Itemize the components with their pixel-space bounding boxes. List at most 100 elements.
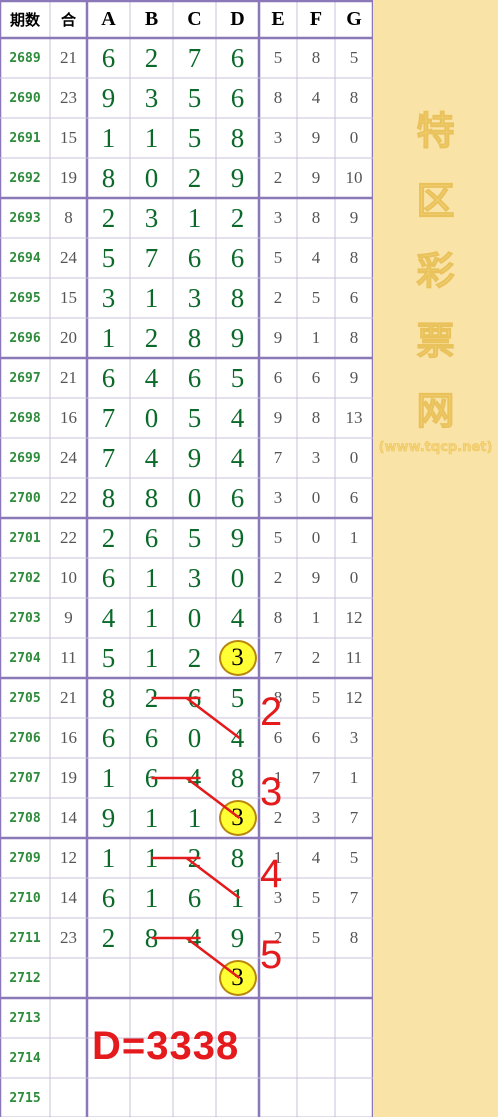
digit-cell: 3 [187, 282, 202, 313]
extra-cell: 5 [349, 48, 359, 67]
extra-cell [259, 1038, 297, 1078]
extra-cell: 6 [349, 288, 359, 307]
extra-cell: 2 [273, 568, 283, 587]
period-cell: 2697 [9, 370, 41, 386]
digit-cell: 2 [144, 42, 159, 73]
header-col-a: A [101, 7, 116, 30]
digit-cell: 4 [144, 442, 159, 473]
digit-cell: 1 [230, 882, 245, 913]
digit-cell: 8 [144, 482, 159, 513]
digit-cell: 6 [101, 882, 116, 913]
period-cell: 2694 [9, 250, 41, 266]
period-cell: 2695 [9, 290, 41, 306]
digit-cell: 7 [187, 42, 202, 73]
extra-cell: 0 [349, 128, 359, 147]
extra-cell: 3 [273, 208, 283, 227]
digit-cell: 2 [144, 322, 159, 353]
extra-cell: 4 [311, 88, 321, 107]
period-cell: 2706 [9, 730, 41, 746]
digit-cell: 4 [230, 442, 245, 473]
digit-cell: 8 [230, 762, 245, 793]
period-cell: 2693 [9, 210, 41, 226]
extra-cell: 3 [273, 128, 283, 147]
extra-cell: 6 [311, 728, 321, 747]
extra-cell: 8 [349, 328, 359, 347]
digit-cell: 3 [144, 82, 159, 113]
digit-cell [130, 1078, 173, 1118]
sum-cell: 14 [60, 888, 77, 907]
sum-cell: 20 [60, 328, 77, 347]
sum-cell: 24 [60, 448, 77, 467]
sum-cell: 8 [64, 208, 73, 227]
digit-cell: 0 [187, 602, 202, 633]
digit-cell: 6 [187, 362, 202, 393]
digit-cell: 6 [230, 82, 245, 113]
extra-cell: 5 [273, 248, 283, 267]
digit-cell: 1 [144, 122, 159, 153]
digit-cell: 6 [101, 722, 116, 753]
sum-cell: 24 [60, 248, 77, 267]
extra-cell: 0 [311, 488, 321, 507]
period-cell: 2699 [9, 450, 41, 466]
digit-cell [87, 958, 130, 998]
watermark-char: 彩 [416, 249, 455, 294]
digit-cell: 3 [216, 958, 259, 998]
digit-cell: 5 [187, 82, 202, 113]
extra-cell [335, 998, 373, 1038]
extra-cell: 6 [349, 488, 359, 507]
digit-cell [87, 1078, 130, 1118]
digit-cell: 6 [144, 722, 159, 753]
digit-cell: 1 [144, 562, 159, 593]
sum-cell: 15 [60, 128, 77, 147]
extra-cell: 7 [349, 888, 359, 907]
digit-cell: 6 [101, 562, 116, 593]
extra-cell: 8 [311, 48, 321, 67]
extra-cell: 7 [311, 768, 321, 787]
highlight-circle: 3 [218, 640, 257, 676]
digit-cell: 4 [230, 602, 245, 633]
digit-cell [130, 958, 173, 998]
digit-cell: 1 [144, 802, 159, 833]
watermark-char: 网 [416, 389, 455, 434]
period-cell: 2704 [9, 650, 41, 666]
period-cell: 2701 [9, 530, 41, 546]
digit-cell: 9 [230, 322, 245, 353]
digit-cell: 6 [144, 522, 159, 553]
digit-cell: 0 [187, 722, 202, 753]
digit-cell: 2 [101, 202, 116, 233]
lottery-table: 期数合 A B C D E F G 2689 21 6 2 7 6 5 8 5 2690 23 9 3 5 6 8 4 8 2691… [0, 0, 373, 1117]
header-sum: 合 [60, 10, 76, 29]
extra-cell: 5 [311, 288, 321, 307]
period-cell: 2705 [9, 690, 41, 706]
watermark-char: 区 [416, 179, 455, 224]
extra-cell [335, 1078, 373, 1118]
sum-cell: 22 [60, 528, 77, 547]
digit-cell: 1 [144, 842, 159, 873]
period-cell: 2708 [9, 810, 41, 826]
digit-cell: 2 [101, 922, 116, 953]
extra-cell: 7 [349, 808, 359, 827]
highlight-circle: 3 [218, 960, 257, 996]
sum-cell: 21 [60, 688, 77, 707]
sum-cell: 19 [60, 768, 77, 787]
extra-cell: 11 [345, 648, 363, 667]
extra-cell: 2 [311, 648, 321, 667]
extra-cell: 12 [345, 688, 363, 707]
extra-cell: 1 [311, 328, 321, 347]
digit-cell: 6 [101, 362, 116, 393]
digit-cell: 2 [187, 642, 202, 673]
digit-cell [216, 1078, 259, 1118]
sum-cell: 15 [60, 288, 77, 307]
sum-cell: 9 [64, 608, 73, 627]
extra-cell: 8 [311, 408, 321, 427]
extra-cell [297, 998, 335, 1038]
sum-cell: 23 [60, 928, 77, 947]
extra-cell: 7 [273, 648, 283, 667]
header-col-d: D [230, 7, 245, 30]
sum-cell: 23 [60, 88, 77, 107]
sum-cell: 22 [60, 488, 77, 507]
digit-cell: 4 [230, 722, 245, 753]
extra-cell [335, 958, 373, 998]
period-cell: 2714 [9, 1050, 41, 1066]
formula-text: D=3338 [92, 1024, 240, 1068]
